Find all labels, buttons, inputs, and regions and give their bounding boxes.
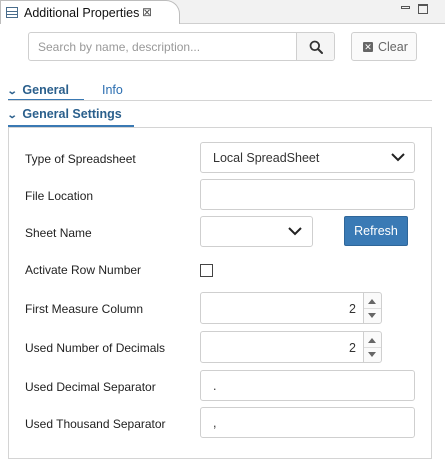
used-decimals-spin-buttons [363, 331, 382, 363]
increment-arrow-icon[interactable] [368, 299, 376, 304]
first-measure-column-spin-buttons [363, 292, 382, 324]
refresh-button[interactable]: Refresh [344, 216, 408, 246]
thousand-separator-value: , [213, 416, 217, 430]
spreadsheet-type-select[interactable]: Local SpreadSheet [200, 142, 415, 173]
group-header-general-settings[interactable]: ⌄ General Settings [6, 107, 122, 121]
used-decimals-input[interactable]: 2 [200, 331, 364, 363]
first-measure-column-label: First Measure Column [25, 302, 144, 316]
tabs-divider [8, 100, 432, 101]
spreadsheet-type-value: Local SpreadSheet [213, 151, 320, 165]
thousand-separator-field[interactable]: , [200, 407, 415, 438]
spin-divider [364, 347, 381, 348]
thousand-separator-label: Used Thousand Separator [25, 417, 166, 431]
chevron-down-icon [288, 227, 302, 236]
maximize-icon[interactable] [418, 4, 428, 14]
increment-arrow-icon[interactable] [368, 338, 376, 343]
clear-icon: ✕ [363, 42, 373, 52]
search-button[interactable] [296, 33, 334, 60]
search-icon [309, 40, 323, 54]
tab-general[interactable]: ⌄ General [6, 83, 69, 97]
chevron-down-icon [391, 153, 405, 162]
decrement-arrow-icon[interactable] [368, 352, 376, 357]
first-measure-column-value: 2 [349, 302, 356, 316]
file-location-field[interactable] [200, 179, 415, 210]
decimal-separator-label: Used Decimal Separator [25, 380, 156, 394]
first-measure-column-input[interactable]: 2 [200, 292, 364, 324]
properties-view-icon [6, 7, 18, 18]
clear-button[interactable]: ✕ Clear [351, 32, 417, 61]
view-title: Additional Properties [24, 6, 140, 20]
first-measure-column-stepper: 2 [200, 292, 382, 324]
tab-info[interactable]: Info [102, 83, 123, 97]
used-decimals-value: 2 [349, 341, 356, 355]
used-decimals-label: Used Number of Decimals [25, 341, 166, 355]
decrement-arrow-icon[interactable] [368, 313, 376, 318]
sheet-name-label: Sheet Name [25, 226, 92, 240]
decimal-separator-value: . [213, 379, 217, 393]
spreadsheet-type-label: Type of Spreadsheet [25, 152, 136, 166]
close-tab-icon[interactable]: ⊠ [142, 5, 152, 19]
clear-button-label: Clear [378, 40, 408, 54]
chevron-down-icon: ⌄ [6, 86, 18, 97]
view-tab-bar: Additional Properties ⊠ [0, 0, 445, 24]
chevron-down-icon: ⌄ [6, 110, 18, 121]
file-location-label: File Location [25, 189, 94, 203]
activate-row-number-label: Activate Row Number [25, 263, 142, 277]
search-box [28, 32, 335, 61]
property-tabs: ⌄ General Info [0, 80, 445, 102]
spin-divider [364, 308, 381, 309]
sheet-name-select[interactable] [200, 216, 313, 247]
search-input[interactable] [29, 33, 297, 60]
decimal-separator-field[interactable]: . [200, 370, 415, 401]
activate-row-number-checkbox[interactable] [200, 264, 213, 277]
view-tab-additional-properties[interactable]: Additional Properties ⊠ [0, 0, 180, 24]
tab-general-label: General [22, 83, 69, 97]
used-decimals-stepper: 2 [200, 331, 382, 363]
minimize-icon[interactable] [401, 6, 410, 9]
group-title: General Settings [22, 107, 122, 121]
